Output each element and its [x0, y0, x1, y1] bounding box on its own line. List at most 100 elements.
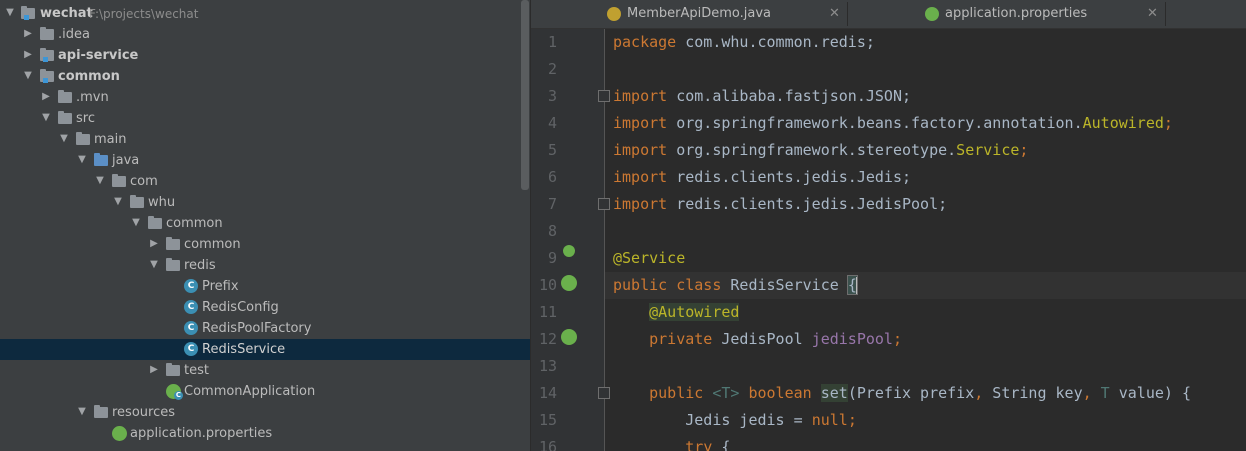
project-path: F:\projects\wechat [89, 7, 199, 21]
tree-scrollbar[interactable] [521, 0, 529, 190]
code-line-3[interactable]: import com.alibaba.fastjson.JSON; [613, 83, 911, 110]
tree-item-redis[interactable]: ▼ redis [0, 255, 530, 276]
chevron-down-icon[interactable]: ▼ [40, 112, 52, 124]
tree-item-label: Prefix [202, 279, 239, 294]
chevron-down-icon[interactable]: ▼ [58, 133, 70, 145]
line-number: 12 [538, 330, 557, 348]
chevron-down-icon[interactable]: ▼ [76, 406, 88, 418]
line-number: 10 [538, 276, 557, 294]
class-icon: C [184, 279, 198, 293]
tab-label: MemberApiDemo.java [627, 6, 771, 21]
code-line-5[interactable]: import org.springframework.stereotype.Se… [613, 137, 1028, 164]
autowired-navigate-gutter-icon[interactable] [561, 329, 577, 345]
package-icon [112, 174, 126, 187]
folder-icon [58, 111, 72, 124]
properties-file-icon [112, 426, 127, 441]
chevron-down-icon[interactable]: ▼ [148, 259, 160, 271]
tree-item-label: CommonApplication [184, 384, 316, 399]
tab-memberapidemo[interactable]: MemberApiDemo.java ✕ [597, 0, 847, 28]
tree-item-common-module[interactable]: ▼ common [0, 66, 530, 87]
tree-item-src[interactable]: ▼ src [0, 108, 530, 129]
properties-file-icon [925, 7, 939, 21]
chevron-right-icon[interactable]: ▶ [22, 28, 34, 40]
fold-marker-icon[interactable] [598, 90, 610, 102]
tree-item-common-subpackage[interactable]: ▶ common [0, 234, 530, 255]
code-line-14[interactable]: public <T> boolean set(Prefix prefix, St… [613, 380, 1191, 407]
source-folder-icon [94, 153, 108, 166]
tree-item-test[interactable]: ▶ test [0, 360, 530, 381]
fold-marker-icon[interactable] [598, 387, 610, 399]
tree-item-main[interactable]: ▼ main [0, 129, 530, 150]
tree-item-label: common [184, 237, 241, 252]
chevron-down-icon[interactable]: ▼ [76, 154, 88, 166]
tree-item-label: common [58, 69, 120, 84]
spring-bean-class-gutter-icon[interactable] [561, 275, 577, 291]
chevron-down-icon[interactable]: ▼ [22, 70, 34, 82]
line-number: 13 [538, 357, 557, 375]
close-icon[interactable]: ✕ [1147, 6, 1158, 21]
tree-item-commonapplication[interactable]: C CommonApplication [0, 381, 530, 402]
tree-item-label: com [130, 174, 158, 189]
tree-item-label: RedisService [202, 342, 286, 357]
chevron-right-icon[interactable]: ▶ [148, 364, 160, 376]
class-icon: C [184, 300, 198, 314]
tree-item-prefix[interactable]: C Prefix [0, 276, 530, 297]
code-line-7[interactable]: import redis.clients.jedis.JedisPool; [613, 191, 947, 218]
chevron-down-icon[interactable]: ▼ [130, 217, 142, 229]
code-line-1[interactable]: package com.whu.common.redis; [613, 29, 875, 56]
editor-tab-bar: MemberApiDemo.java ✕ application.propert… [531, 0, 1246, 29]
tree-item-resources[interactable]: ▼ resources [0, 402, 530, 423]
tree-item-label: wechat [40, 6, 93, 21]
tree-item-redisconfig[interactable]: C RedisConfig [0, 297, 530, 318]
module-folder-icon [21, 6, 35, 20]
package-icon [148, 216, 162, 229]
tree-item-redisservice[interactable]: C RedisService [0, 339, 530, 360]
code-line-9[interactable]: @Service [613, 245, 685, 272]
chevron-down-icon[interactable]: ▼ [112, 196, 124, 208]
spring-bean-gutter-icon[interactable] [563, 245, 575, 257]
package-icon [166, 258, 180, 271]
tree-item-mvn[interactable]: ▶ .mvn [0, 87, 530, 108]
tree-item-label: redis [184, 258, 216, 273]
close-icon[interactable]: ✕ [829, 6, 840, 21]
line-number-gutter: 1 2 3 4 5 6 7 8 9 10 11 12 13 14 15 16 [531, 29, 604, 451]
tree-item-label: main [94, 132, 127, 147]
tree-item-whu[interactable]: ▼ whu [0, 192, 530, 213]
tree-item-api-service[interactable]: ▶ api-service [0, 45, 530, 66]
tab-application-properties[interactable]: application.properties ✕ [915, 0, 1165, 28]
folder-icon [58, 90, 72, 103]
chevron-right-icon[interactable]: ▶ [40, 91, 52, 103]
line-number: 9 [547, 249, 557, 267]
chevron-right-icon[interactable]: ▶ [148, 238, 160, 250]
line-number: 3 [547, 87, 557, 105]
line-number: 7 [547, 195, 557, 213]
chevron-down-icon[interactable]: ▼ [94, 175, 106, 187]
tree-item-label: RedisPoolFactory [202, 321, 312, 336]
fold-marker-icon[interactable] [598, 198, 610, 210]
line-number: 8 [547, 222, 557, 240]
chevron-right-icon[interactable]: ▶ [22, 49, 34, 61]
tree-item-application-properties[interactable]: application.properties [0, 423, 530, 444]
tree-item-common-package[interactable]: ▼ common [0, 213, 530, 234]
tree-item-java[interactable]: ▼ java [0, 150, 530, 171]
tree-item-idea[interactable]: ▶ .idea [0, 24, 530, 45]
tree-item-redispoolfactory[interactable]: C RedisPoolFactory [0, 318, 530, 339]
code-line-6[interactable]: import redis.clients.jedis.Jedis; [613, 164, 911, 191]
tree-item-com[interactable]: ▼ com [0, 171, 530, 192]
code-line-12[interactable]: private JedisPool jedisPool; [613, 326, 902, 353]
chevron-down-icon[interactable]: ▼ [4, 7, 16, 19]
code-line-4[interactable]: import org.springframework.beans.factory… [613, 110, 1173, 137]
code-line-10[interactable]: public class RedisService { [613, 272, 858, 299]
package-icon [130, 195, 144, 208]
code-line-11[interactable]: @Autowired [613, 299, 740, 326]
package-icon [166, 237, 180, 250]
interface-file-icon [607, 7, 621, 21]
text-caret [855, 276, 858, 295]
code-line-15[interactable]: Jedis jedis = null; [613, 407, 857, 434]
tree-item-label: src [76, 111, 95, 126]
class-icon: C [184, 321, 198, 335]
line-number: 4 [547, 114, 557, 132]
tree-item-label: resources [112, 405, 176, 420]
tree-item-wechat[interactable]: ▼ wechat F:\projects\wechat [0, 3, 530, 24]
code-line-16[interactable]: try { [613, 434, 730, 451]
